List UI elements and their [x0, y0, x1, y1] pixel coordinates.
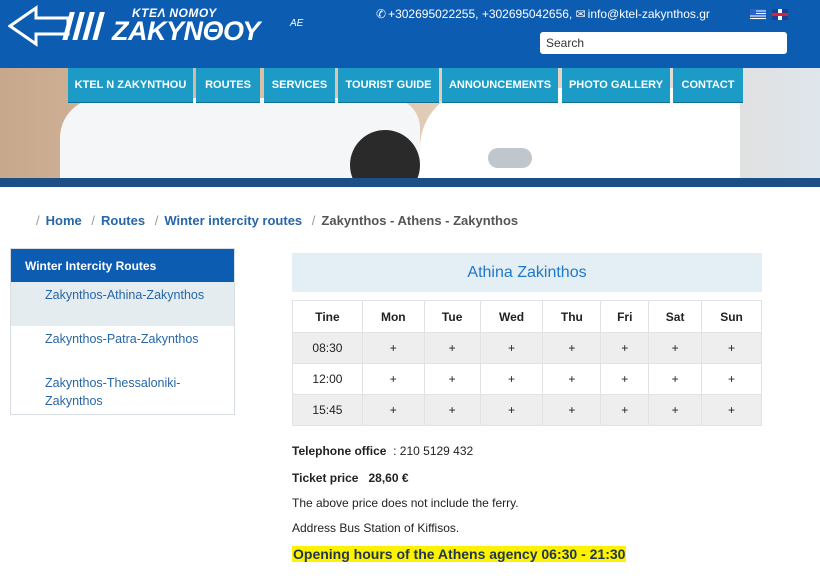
opening-hours: Opening hours of the Athens agency 06:30… [292, 546, 627, 562]
envelope-icon: ✉ [575, 7, 586, 21]
table-cell: 12:00 [292, 363, 363, 395]
address-note: Address Bus Station of Kiffisos. [292, 521, 460, 535]
phone-icon: ✆ [376, 7, 387, 21]
breadcrumb-winter-routes[interactable]: Winter intercity routes [164, 213, 302, 228]
schedule-table: Tine Mon Tue Wed Thu Fri Sat Sun 08:30 +… [292, 300, 762, 426]
telephone-value: : 210 5129 432 [393, 444, 474, 458]
table-cell: + [423, 394, 481, 426]
table-cell: + [479, 332, 544, 364]
table-cell: + [542, 332, 602, 364]
table-cell: + [423, 332, 481, 364]
table-header: Thu [542, 300, 602, 333]
table-header: Wed [479, 300, 544, 333]
nav-item-photo-gallery[interactable]: PHOTO GALLERY [562, 68, 670, 103]
nav-item-ktel[interactable]: KTEL N ZAKYNTHOU [68, 68, 193, 103]
table-header: Tine [292, 300, 363, 333]
route-title: Athina Zakinthos [292, 253, 762, 292]
table-row: 12:00 + + + + + + + [292, 363, 762, 395]
ticket-label: Ticket price [292, 471, 359, 485]
breadcrumb: / Home / Routes / Winter intercity routes /… [36, 213, 519, 228]
breadcrumb-home[interactable]: Home [46, 213, 82, 228]
table-cell: + [600, 332, 650, 364]
table-cell: + [479, 394, 544, 426]
main-nav: KTEL N ZAKYNTHOU ROUTES SERVICES TOURIST… [0, 68, 820, 103]
ticket-value: 28,60 € [368, 471, 409, 485]
table-cell: + [600, 394, 650, 426]
breadcrumb-routes[interactable]: Routes [101, 213, 145, 228]
table-cell: + [701, 363, 762, 395]
uk-flag-icon[interactable] [772, 9, 789, 20]
table-cell: + [648, 332, 703, 364]
greek-flag-icon[interactable] [750, 9, 766, 20]
sidebar-item-thessaloniki[interactable]: Zakynthos-Thessaloniki-Zakynthos [11, 370, 234, 414]
table-cell: + [542, 394, 602, 426]
logo-suffix-text: ΑΕ [290, 18, 304, 29]
nav-item-tourist-guide[interactable]: TOURIST GUIDE [338, 68, 439, 103]
logo-main-text: ΖΑΚΥΝΘΟΥ [112, 16, 260, 46]
hero-stripe [0, 178, 820, 187]
bus-arrow-logo-icon [8, 5, 105, 47]
table-header: Tue [423, 300, 481, 333]
table-cell: + [479, 363, 544, 395]
table-cell: + [600, 363, 650, 395]
telephone-info: Telephone office : 210 5129 432 [292, 444, 473, 458]
table-header-row: Tine Mon Tue Wed Thu Fri Sat Sun [292, 300, 762, 333]
table-cell: + [361, 363, 425, 395]
table-cell: + [423, 363, 481, 395]
table-cell: + [361, 332, 425, 364]
table-row: 08:30 + + + + + + + [292, 332, 762, 364]
nav-item-contact[interactable]: CONTACT [673, 68, 743, 103]
telephone-label: Telephone office [292, 444, 387, 458]
nav-item-services[interactable]: SERVICES [264, 68, 335, 103]
search-input[interactable] [540, 32, 787, 54]
sidebar-title: Winter Intercity Routes [11, 249, 234, 282]
ferry-note: The above price does not include the fer… [292, 496, 519, 510]
table-header: Mon [361, 300, 425, 333]
sidebar-item-athina[interactable]: Zakynthos-Athina-Zakynthos [11, 282, 234, 326]
contact-email[interactable]: info@ktel-zakynthos.gr [588, 7, 710, 21]
sidebar: Winter Intercity Routes Zakynthos-Athina… [10, 248, 235, 415]
nav-item-routes[interactable]: ROUTES [196, 68, 260, 103]
table-cell: + [648, 363, 703, 395]
table-cell: 08:30 [292, 332, 363, 364]
bus-headlight [488, 148, 532, 168]
table-row: 15:45 + + + + + + + [292, 394, 762, 426]
table-header: Fri [600, 300, 650, 333]
contact-phones: +302695022255, +302695042656, [388, 7, 573, 21]
sidebar-item-patra[interactable]: Zakynthos-Patra-Zakynthos [11, 326, 234, 370]
ticket-info: Ticket price 28,60 € [292, 471, 409, 485]
nav-item-announcements[interactable]: ANNOUNCEMENTS [442, 68, 558, 103]
table-cell: + [361, 394, 425, 426]
table-cell: + [648, 394, 703, 426]
table-cell: 15:45 [292, 394, 363, 426]
breadcrumb-current: Zakynthos - Athens - Zakynthos [321, 213, 519, 228]
site-logo[interactable]: ΚΤΕΛ ΝΟΜΟΥ ΖΑΚΥΝΘΟΥ ΑΕ [8, 4, 308, 48]
table-cell: + [701, 394, 762, 426]
language-switcher [748, 9, 789, 27]
table-cell: + [542, 363, 602, 395]
table-header: Sun [701, 300, 762, 333]
site-header: ΚΤΕΛ ΝΟΜΟΥ ΖΑΚΥΝΘΟΥ ΑΕ ✆ +302695022255, +… [0, 0, 820, 68]
table-header: Sat [648, 300, 703, 333]
table-cell: + [701, 332, 762, 364]
contact-info: ✆ +302695022255, +302695042656, ✉ info@kte… [376, 7, 710, 21]
